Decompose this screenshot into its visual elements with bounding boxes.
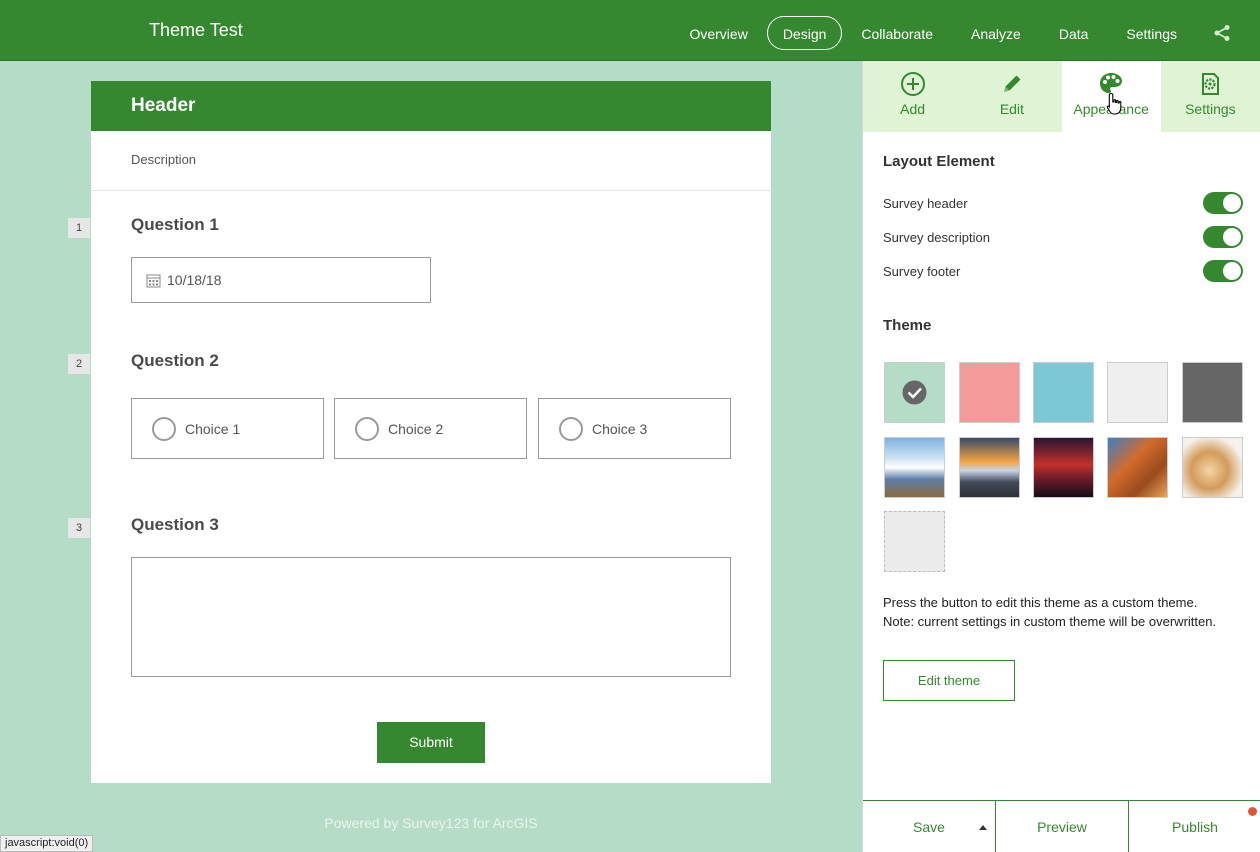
date-value: 10/18/18 — [167, 272, 222, 288]
custom-theme-slot[interactable] — [884, 511, 945, 572]
choice-1[interactable]: Choice 1 — [131, 398, 324, 459]
theme-image-mountain[interactable] — [884, 437, 945, 498]
choice-1-label: Choice 1 — [185, 420, 241, 437]
tab-add-label: Add — [900, 101, 926, 117]
question-3-textarea[interactable] — [131, 557, 731, 677]
toggle-row-survey-description: Survey description — [883, 225, 1243, 249]
survey-footer-label: Survey footer — [883, 263, 961, 279]
theme-swatch-green[interactable] — [884, 362, 945, 423]
top-bar: Theme Test Overview Design Collaborate A… — [0, 0, 1260, 61]
design-side-panel: Add Edit Appearance Settings Layout Elem… — [862, 61, 1260, 852]
radio-button-icon — [559, 416, 583, 441]
toggle-row-survey-footer: Survey footer — [883, 259, 1243, 283]
theme-swatch-pink[interactable] — [959, 362, 1020, 423]
tab-settings-label: Settings — [1185, 101, 1236, 117]
save-label: Save — [913, 818, 945, 835]
theme-image-red-sky[interactable] — [1033, 437, 1094, 498]
choice-3-label: Choice 3 — [592, 420, 648, 437]
question-number-2: 2 — [68, 354, 90, 374]
date-input[interactable]: 10/18/18 — [131, 257, 431, 303]
nav-design[interactable]: Design — [766, 15, 843, 50]
question-number-3: 3 — [68, 518, 90, 538]
survey-description-label: Survey description — [883, 229, 990, 245]
question-2-title[interactable]: Question 2 — [131, 351, 219, 371]
survey-header-toggle[interactable] — [1203, 192, 1243, 214]
theme-swatch-light-gray[interactable] — [1107, 362, 1168, 423]
calendar-icon — [146, 274, 161, 287]
plus-circle-icon — [900, 69, 926, 99]
tab-edit-label: Edit — [999, 101, 1024, 117]
nav-collaborate[interactable]: Collaborate — [842, 16, 952, 50]
theme-title: Theme — [883, 317, 932, 334]
theme-swatch-teal[interactable] — [1033, 362, 1094, 423]
nav-settings[interactable]: Settings — [1107, 16, 1196, 50]
submit-button[interactable]: Submit — [377, 722, 485, 763]
layout-element-title: Layout Element — [883, 153, 995, 170]
toggle-row-survey-header: Survey header — [883, 191, 1243, 215]
publish-button[interactable]: Publish — [1129, 801, 1260, 852]
theme-note: Press the button to edit this theme as a… — [883, 593, 1243, 631]
panel-footer: Save Preview Publish — [863, 800, 1260, 852]
nav-data[interactable]: Data — [1040, 16, 1108, 50]
theme-swatch-dark-gray[interactable] — [1182, 362, 1243, 423]
survey-description[interactable]: Description — [91, 131, 771, 191]
theme-image-seashell[interactable] — [1182, 437, 1243, 498]
notification-dot-icon — [1248, 807, 1257, 816]
hand-pointer-cursor-icon — [1106, 92, 1124, 121]
tab-edit[interactable]: Edit — [962, 61, 1061, 132]
app-title: Theme Test — [149, 20, 243, 40]
survey-description-toggle[interactable] — [1203, 226, 1243, 248]
preview-button[interactable]: Preview — [996, 801, 1129, 852]
radio-button-icon — [152, 416, 176, 441]
check-icon — [902, 380, 927, 405]
survey-header[interactable]: Header — [91, 81, 771, 131]
browser-status-bar: javascript:void(0) — [0, 835, 94, 852]
radio-button-icon — [355, 416, 379, 441]
choice-2[interactable]: Choice 2 — [334, 398, 527, 459]
theme-note-line-1: Press the button to edit this theme as a… — [883, 595, 1198, 610]
caret-up-icon[interactable] — [979, 825, 987, 830]
tab-settings[interactable]: Settings — [1161, 61, 1260, 132]
survey-header-label: Survey header — [883, 195, 968, 211]
tab-add[interactable]: Add — [863, 61, 962, 132]
theme-image-rock-arch[interactable] — [1107, 437, 1168, 498]
pencil-icon — [999, 69, 1025, 99]
choice-3[interactable]: Choice 3 — [538, 398, 731, 459]
survey-footer-toggle[interactable] — [1203, 260, 1243, 282]
theme-image-sunset-shore[interactable] — [959, 437, 1020, 498]
choice-2-label: Choice 2 — [388, 420, 444, 437]
publish-label: Publish — [1172, 818, 1218, 835]
top-navigation: Overview Design Collaborate Analyze Data… — [670, 15, 1260, 50]
edit-theme-button[interactable]: Edit theme — [883, 660, 1015, 701]
nav-analyze[interactable]: Analyze — [952, 16, 1040, 50]
question-3-title[interactable]: Question 3 — [131, 515, 219, 535]
question-number-1: 1 — [68, 218, 90, 238]
settings-gear-icon — [1197, 69, 1223, 99]
preview-label: Preview — [1037, 818, 1087, 835]
panel-tabs: Add Edit Appearance Settings — [863, 61, 1260, 132]
nav-overview[interactable]: Overview — [670, 16, 766, 50]
save-button[interactable]: Save — [863, 801, 996, 852]
share-icon[interactable] — [1210, 21, 1234, 45]
question-1-title[interactable]: Question 1 — [131, 215, 219, 235]
theme-note-line-2: Note: current settings in custom theme w… — [883, 614, 1217, 629]
survey-footer: Powered by Survey123 for ArcGIS — [324, 815, 538, 831]
